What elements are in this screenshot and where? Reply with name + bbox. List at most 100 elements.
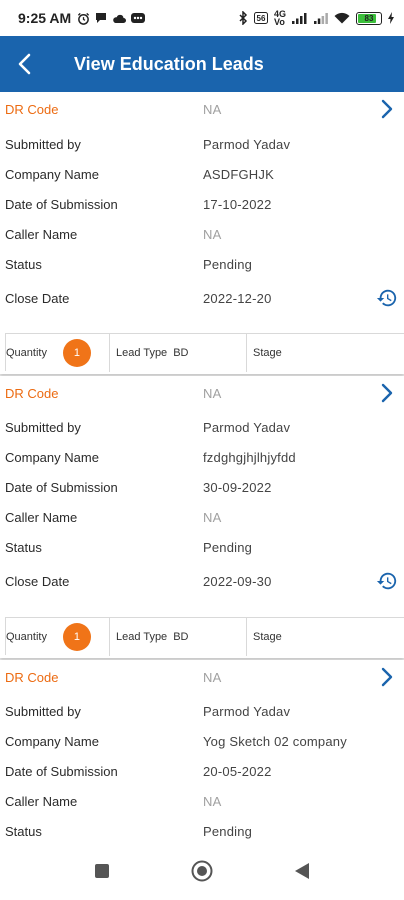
chevron-right-icon (381, 667, 393, 687)
submission-date-value: 17-10-2022 (203, 196, 272, 212)
stage-label: Stage (253, 631, 282, 643)
status-label: Status (5, 823, 42, 839)
close-date-label: Close Date (5, 290, 70, 306)
stage-cell: Stage (247, 618, 404, 656)
square-icon (95, 864, 109, 878)
lead-type-label: Lead Type (116, 631, 168, 643)
status-bar: 9:25 AM 56 4G Vo 83 (0, 0, 404, 36)
close-date-row: Close Date 2022-09-30 (0, 566, 404, 596)
lead-type-value: BD (173, 347, 189, 359)
status-label: Status (5, 539, 42, 555)
company-row: Company Name ASDFGHJK (0, 159, 404, 189)
company-value: Yog Sketch 02 company (203, 733, 347, 749)
submitted-by-value: Parmod Yadav (203, 703, 291, 719)
company-value: ASDFGHJK (203, 166, 274, 182)
dr-code-value: NA (203, 101, 222, 117)
submitted-by-row: Submitted by Parmod Yadav (0, 129, 404, 159)
open-lead-chevron[interactable] (376, 382, 398, 404)
signal-icon (292, 13, 307, 24)
lead-type-cell: Lead Type BD (110, 618, 247, 656)
nav-back-button[interactable] (288, 857, 316, 885)
leads-list[interactable]: DR Code NA Submitted by Parmod Yadav Com… (0, 92, 404, 842)
lead-card[interactable]: DR Code NA Submitted by Parmod Yadav Com… (0, 92, 404, 374)
triangle-back-icon (295, 863, 309, 879)
caller-label: Caller Name (5, 793, 78, 809)
recents-button[interactable] (88, 857, 116, 885)
history-button[interactable] (374, 285, 400, 311)
caller-label: Caller Name (5, 226, 78, 242)
home-button[interactable] (188, 857, 216, 885)
signal-2-icon (314, 13, 328, 24)
submission-date-row: Date of Submission 30-09-2022 (0, 472, 404, 502)
back-button[interactable] (0, 36, 48, 92)
circle-icon (191, 860, 213, 882)
quantity-badge: 1 (62, 623, 91, 651)
lead-type-value: BD (173, 631, 189, 643)
wifi-icon (334, 12, 350, 24)
lead-type-cell: Lead Type BD (110, 334, 247, 372)
quantity-label: Quantity (6, 347, 47, 359)
close-date-value: 2022-09-30 (203, 573, 272, 589)
status-system-icons: 56 4G Vo 83 (239, 10, 394, 27)
battery-percent: 83 (364, 13, 374, 23)
lead-footer: Quantity 1 Lead Type BD Stage (5, 333, 404, 372)
submitted-by-label: Submitted by (5, 136, 81, 152)
system-nav-bar (0, 842, 404, 900)
bluetooth-icon (239, 11, 248, 25)
submitted-by-label: Submitted by (5, 703, 81, 719)
page-title: View Education Leads (74, 53, 264, 74)
dots-icon (131, 13, 146, 23)
chevron-right-icon (381, 383, 393, 403)
charging-icon (388, 12, 394, 24)
dr-code-label: DR Code (5, 101, 59, 117)
network-vo-label: Vo (273, 17, 285, 27)
submitted-by-row: Submitted by Parmod Yadav (0, 412, 404, 442)
open-lead-chevron[interactable] (376, 98, 398, 120)
close-date-row: Close Date 2022-12-20 (0, 283, 404, 313)
svg-text:56: 56 (257, 14, 266, 23)
caller-value: NA (203, 226, 222, 242)
submission-date-value: 20-05-2022 (203, 763, 272, 779)
dr-code-value: NA (203, 669, 222, 685)
open-lead-chevron[interactable] (376, 666, 398, 688)
status-value: Pending (203, 256, 253, 272)
quantity-badge: 1 (62, 339, 91, 367)
submitted-by-value: Parmod Yadav (203, 419, 291, 435)
chevron-left-icon (18, 53, 31, 75)
company-value: fzdghgjhjlhjyfdd (203, 449, 296, 465)
company-label: Company Name (5, 166, 99, 182)
quantity-label: Quantity (6, 631, 47, 643)
status-row: Status Pending (0, 249, 404, 279)
lead-type-label: Lead Type (116, 347, 168, 359)
quantity-cell: Quantity 1 (6, 334, 110, 372)
caller-row: Caller Name NA (0, 786, 404, 816)
submission-date-label: Date of Submission (5, 763, 118, 779)
app-bar: View Education Leads (0, 36, 404, 92)
submission-date-row: Date of Submission 20-05-2022 (0, 756, 404, 786)
caller-value: NA (203, 793, 222, 809)
stage-cell: Stage (247, 334, 404, 372)
cloud-icon (113, 14, 127, 23)
status-value: Pending (203, 823, 253, 839)
close-date-value: 2022-12-20 (203, 290, 272, 306)
status-time: 9:25 AM (18, 10, 72, 26)
history-button[interactable] (374, 568, 400, 594)
dr-code-row: DR Code NA (0, 662, 404, 692)
lead-card[interactable]: DR Code NA Submitted by Parmod Yadav Com… (0, 376, 404, 658)
alarm-icon (78, 12, 90, 25)
submission-date-value: 30-09-2022 (203, 479, 272, 495)
close-date-label: Close Date (5, 573, 70, 589)
caller-label: Caller Name (5, 509, 78, 525)
network-type: 4G Vo (273, 10, 286, 27)
submission-date-row: Date of Submission 17-10-2022 (0, 189, 404, 219)
submitted-by-label: Submitted by (5, 419, 81, 435)
dr-code-row: DR Code NA (0, 94, 404, 124)
status-notification-icons (77, 12, 146, 25)
caller-row: Caller Name NA (0, 219, 404, 249)
company-row: Company Name fzdghgjhjlhjyfdd (0, 442, 404, 472)
submission-date-label: Date of Submission (5, 479, 118, 495)
chat-icon (96, 13, 107, 23)
history-icon (376, 572, 397, 590)
lead-card[interactable]: DR Code NA Submitted by Parmod Yadav Com… (0, 660, 404, 842)
submitted-by-row: Submitted by Parmod Yadav (0, 696, 404, 726)
